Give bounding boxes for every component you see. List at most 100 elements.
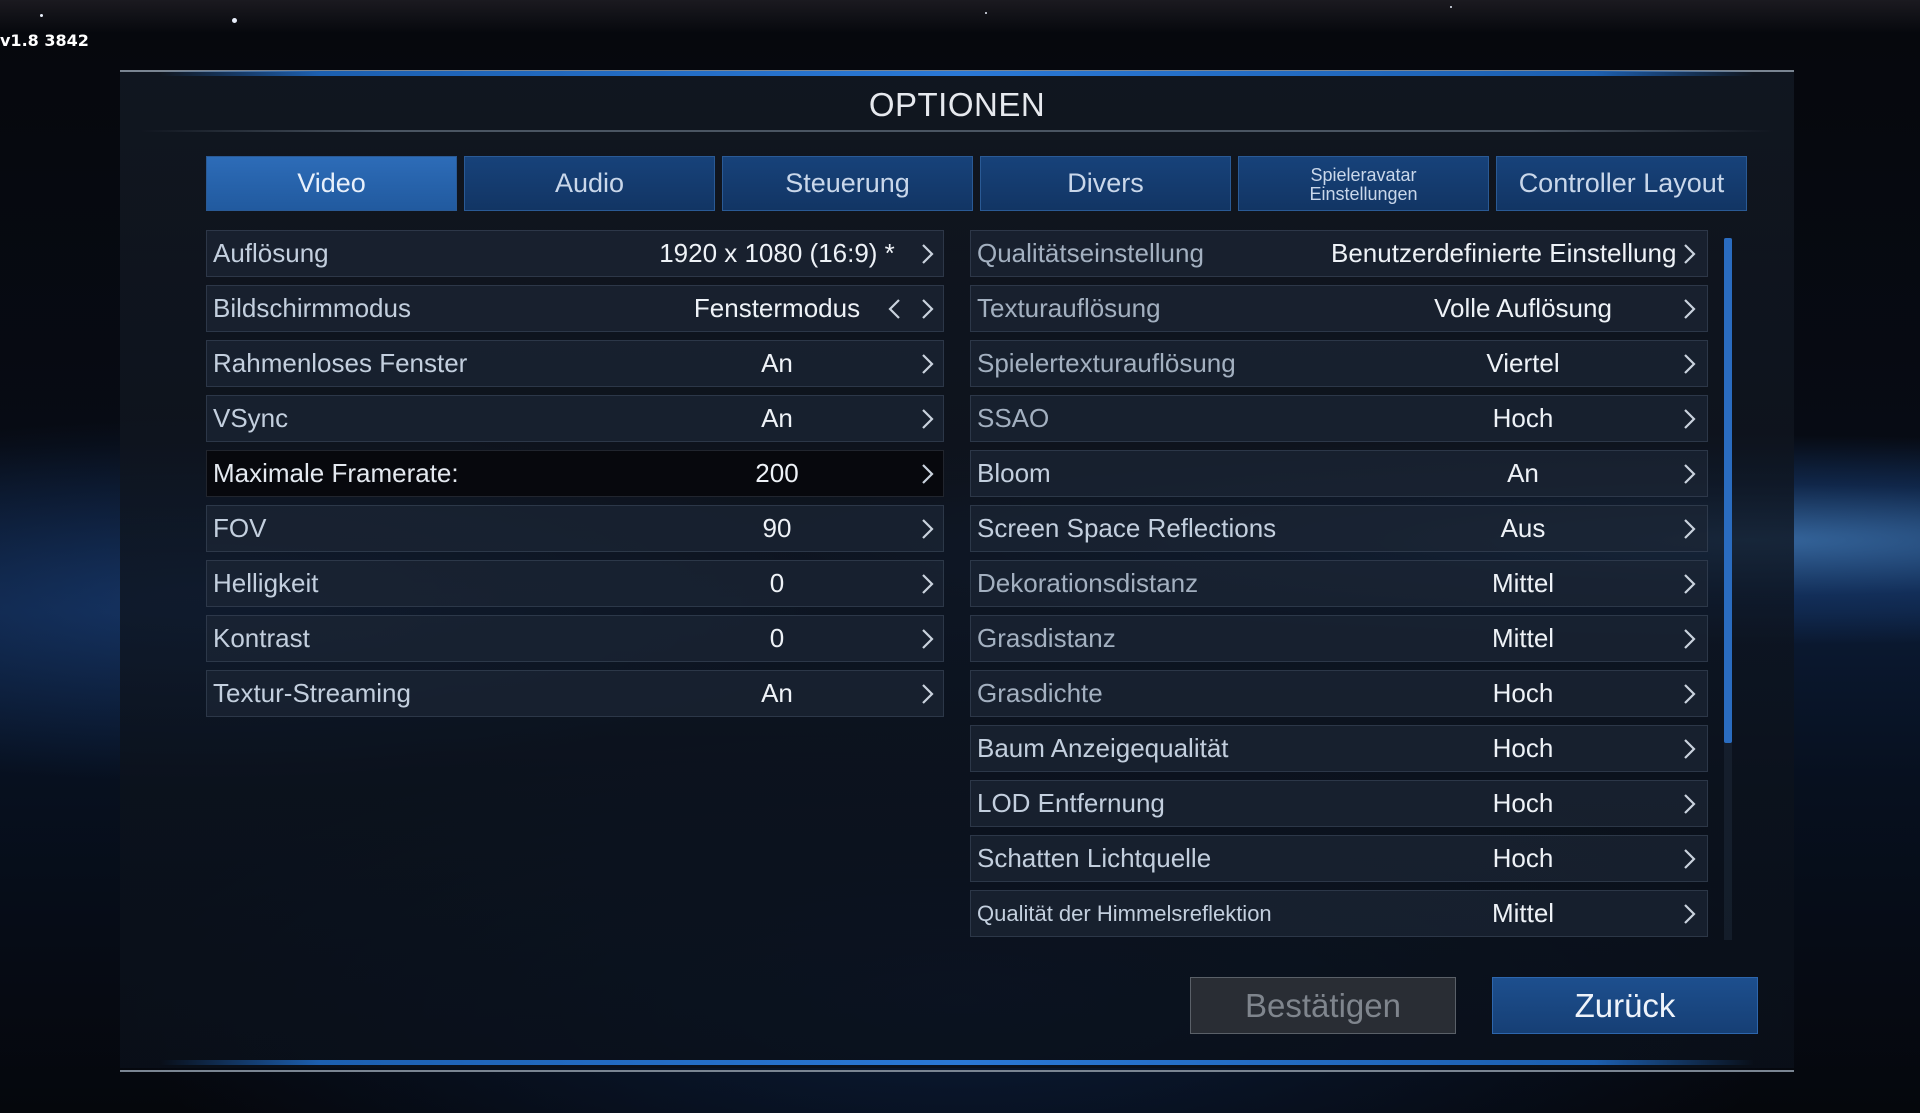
chevron-right-icon[interactable] <box>917 353 937 375</box>
tab-label: Audio <box>554 168 625 198</box>
setting-label: Bildschirmmodus <box>213 293 411 323</box>
setting-value: An <box>761 403 793 433</box>
chevron-right-icon[interactable] <box>917 573 937 595</box>
setting-label: VSync <box>213 403 289 433</box>
setting-label: LOD Entfernung <box>977 788 1165 818</box>
tab-label: Steuerung <box>785 168 910 198</box>
setting-row-ssao[interactable]: SSAO Hoch <box>970 395 1708 442</box>
setting-row-kontrast[interactable]: Kontrast 0 <box>206 615 944 662</box>
chevron-right-icon[interactable] <box>1679 353 1699 375</box>
panel-frame-glow-bottom <box>160 1060 1754 1065</box>
title-divider <box>140 130 1774 132</box>
star <box>40 14 43 17</box>
tab-audio[interactable]: Audio <box>464 156 715 211</box>
version-label: v1.8 3842 <box>0 31 89 50</box>
chevron-right-icon[interactable] <box>1679 628 1699 650</box>
setting-row-spielertexturaufloesung[interactable]: Spielertexturauflösung Viertel <box>970 340 1708 387</box>
tab-video[interactable]: Video <box>206 156 457 211</box>
setting-label: Schatten Lichtquelle <box>977 843 1212 873</box>
setting-value: An <box>761 678 793 708</box>
setting-row-lod-entfernung[interactable]: LOD Entfernung Hoch <box>970 780 1708 827</box>
chevron-right-icon[interactable] <box>917 683 937 705</box>
chevron-right-icon[interactable] <box>1679 573 1699 595</box>
chevron-right-icon[interactable] <box>917 518 937 540</box>
confirm-button[interactable]: Bestätigen <box>1190 977 1456 1034</box>
setting-row-textur-streaming[interactable]: Textur-Streaming An <box>206 670 944 717</box>
setting-row-qualitaetseinstellung[interactable]: Qualitätseinstellung Benutzerdefinierte … <box>970 230 1708 277</box>
setting-label: Maximale Framerate: <box>213 458 459 488</box>
setting-value: 0 <box>769 623 785 653</box>
setting-value: Viertel <box>1486 348 1560 378</box>
setting-value: An <box>761 348 793 378</box>
setting-value: Benutzerdefinierte Einstellung <box>1331 238 1677 268</box>
chevron-right-icon[interactable] <box>1679 903 1699 925</box>
setting-label: Baum Anzeigequalität <box>977 733 1229 763</box>
setting-value: Hoch <box>1492 403 1554 433</box>
star <box>985 12 987 14</box>
setting-value: Aus <box>1500 513 1546 543</box>
setting-row-vsync[interactable]: VSync An <box>206 395 944 442</box>
chevron-right-icon[interactable] <box>1679 848 1699 870</box>
setting-row-screen-space-reflections[interactable]: Screen Space Reflections Aus <box>970 505 1708 552</box>
chevron-right-icon[interactable] <box>1679 463 1699 485</box>
setting-value: Mittel <box>1491 623 1555 653</box>
tab-spieleravatar[interactable]: Spieleravatar Einstellungen <box>1238 156 1489 211</box>
setting-label: Kontrast <box>213 623 310 653</box>
setting-label: Grasdistanz <box>977 623 1116 653</box>
setting-row-maximale-framerate[interactable]: Maximale Framerate: 200 <box>206 450 944 497</box>
setting-row-baum-anzeigequalitaet[interactable]: Baum Anzeigequalität Hoch <box>970 725 1708 772</box>
setting-row-texturaufloesung[interactable]: Texturauflösung Volle Auflösung <box>970 285 1708 332</box>
setting-label: Bloom <box>977 458 1051 488</box>
setting-row-bildschirmmodus[interactable]: Bildschirmmodus Fenstermodus <box>206 285 944 332</box>
setting-label: FOV <box>213 513 267 543</box>
setting-value: Hoch <box>1492 678 1554 708</box>
setting-label: Qualitätseinstellung <box>977 238 1204 268</box>
chevron-right-icon[interactable] <box>1679 243 1699 265</box>
setting-row-fov[interactable]: FOV 90 <box>206 505 944 552</box>
chevron-right-icon[interactable] <box>1679 408 1699 430</box>
page-title: OPTIONEN <box>868 86 1046 123</box>
setting-label: Dekorationsdistanz <box>977 568 1199 598</box>
chevron-right-icon[interactable] <box>917 298 937 320</box>
setting-row-dekorationsdistanz[interactable]: Dekorationsdistanz Mittel <box>970 560 1708 607</box>
chevron-right-icon[interactable] <box>917 628 937 650</box>
setting-row-aufloesung[interactable]: Auflösung 1920 x 1080 (16:9) * <box>206 230 944 277</box>
setting-row-grasdichte[interactable]: Grasdichte Hoch <box>970 670 1708 717</box>
chevron-right-icon[interactable] <box>917 408 937 430</box>
setting-row-grasdistanz[interactable]: Grasdistanz Mittel <box>970 615 1708 662</box>
star <box>1450 6 1452 8</box>
setting-row-schatten-lichtquelle[interactable]: Schatten Lichtquelle Hoch <box>970 835 1708 882</box>
tab-steuerung[interactable]: Steuerung <box>722 156 973 211</box>
setting-value: Hoch <box>1492 788 1554 818</box>
chevron-right-icon[interactable] <box>917 463 937 485</box>
setting-label: Rahmenloses Fenster <box>213 348 468 378</box>
setting-value: Fenstermodus <box>693 293 861 323</box>
setting-value: Mittel <box>1491 898 1555 928</box>
tab-label-line2: Einstellungen <box>1309 183 1418 204</box>
setting-row-bloom[interactable]: Bloom An <box>970 450 1708 497</box>
tab-divers[interactable]: Divers <box>980 156 1231 211</box>
chevron-right-icon[interactable] <box>1679 683 1699 705</box>
chevron-left-icon[interactable] <box>885 298 905 320</box>
setting-row-helligkeit[interactable]: Helligkeit 0 <box>206 560 944 607</box>
tab-controller-layout[interactable]: Controller Layout <box>1496 156 1747 211</box>
setting-value: Volle Auflösung <box>1434 293 1612 323</box>
tab-label-line1: Spieleravatar <box>1310 164 1417 185</box>
star <box>232 18 237 23</box>
setting-label: Spielertexturauflösung <box>977 348 1236 378</box>
setting-row-himmelsreflektion[interactable]: Qualität der Himmelsreflektion Mittel <box>970 890 1708 937</box>
chevron-right-icon[interactable] <box>1679 298 1699 320</box>
scrollbar-thumb[interactable] <box>1724 238 1732 743</box>
setting-row-rahmenloses-fenster[interactable]: Rahmenloses Fenster An <box>206 340 944 387</box>
back-button[interactable]: Zurück <box>1492 977 1758 1034</box>
chevron-right-icon[interactable] <box>1679 518 1699 540</box>
setting-label: SSAO <box>977 403 1050 433</box>
setting-value: 1920 x 1080 (16:9) * <box>659 238 895 268</box>
chevron-right-icon[interactable] <box>1679 793 1699 815</box>
setting-value: 0 <box>769 568 785 598</box>
setting-value: 90 <box>762 513 792 543</box>
chevron-right-icon[interactable] <box>1679 738 1699 760</box>
tab-label: Divers <box>1067 168 1144 198</box>
chevron-right-icon[interactable] <box>917 243 937 265</box>
tab-label: Video <box>297 168 366 198</box>
